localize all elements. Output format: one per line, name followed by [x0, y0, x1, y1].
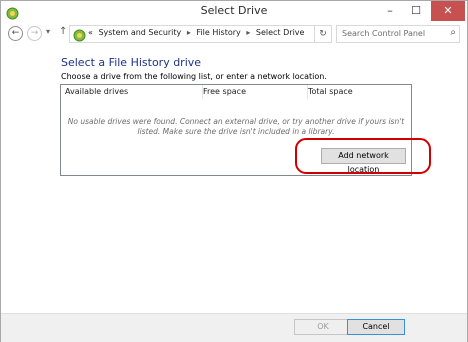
cancel-button[interactable]: Cancel: [347, 319, 405, 335]
up-arrow-icon[interactable]: ↑: [59, 26, 67, 37]
empty-list-message: No usable drives were found. Connect an …: [67, 117, 405, 136]
title-bar: Select Drive – ☐ ✕: [1, 1, 467, 23]
forward-arrow-icon[interactable]: →: [27, 26, 42, 41]
dialog-footer: OK Cancel: [1, 313, 467, 342]
breadcrumb-system-and-security[interactable]: System and Security: [95, 28, 181, 37]
breadcrumb: « System and Security ▸ File History ▸ S…: [88, 28, 304, 37]
column-header-available-drives[interactable]: Available drives: [65, 85, 195, 99]
breadcrumb-file-history[interactable]: File History: [196, 28, 240, 37]
back-arrow-icon[interactable]: ←: [8, 26, 23, 41]
address-toolbar: ← → ▾ ↑ « System and Security ▸ File His…: [1, 23, 467, 45]
refresh-icon[interactable]: ↻: [314, 25, 332, 43]
minimize-button[interactable]: –: [377, 1, 403, 21]
ok-button[interactable]: OK: [294, 319, 352, 335]
recent-locations-dropdown[interactable]: ▾: [46, 27, 50, 36]
address-bar[interactable]: « System and Security ▸ File History ▸ S…: [69, 25, 376, 43]
close-button[interactable]: ✕: [431, 1, 465, 21]
column-header-free-space[interactable]: Free space: [202, 85, 303, 99]
breadcrumb-separator[interactable]: ▸: [243, 28, 253, 37]
control-panel-icon: [73, 27, 86, 42]
main-content: Select a File History drive Choose a dri…: [1, 45, 467, 313]
add-network-location-button[interactable]: Add network location: [321, 148, 406, 174]
page-title: Select a File History drive: [61, 56, 202, 69]
search-input[interactable]: Search Control Panel ⌕: [336, 25, 460, 43]
column-header-total-space[interactable]: Total space: [307, 85, 408, 99]
maximize-button[interactable]: ☐: [403, 1, 429, 21]
instruction-text: Choose a drive from the following list, …: [61, 72, 327, 81]
breadcrumb-overflow[interactable]: «: [88, 28, 93, 37]
search-placeholder: Search Control Panel: [342, 29, 426, 38]
breadcrumb-select-drive[interactable]: Select Drive: [256, 28, 305, 37]
select-drive-window: Select Drive – ☐ ✕ ← → ▾ ↑ « System and …: [0, 0, 468, 342]
search-icon[interactable]: ⌕: [450, 27, 456, 38]
breadcrumb-separator[interactable]: ▸: [184, 28, 194, 37]
